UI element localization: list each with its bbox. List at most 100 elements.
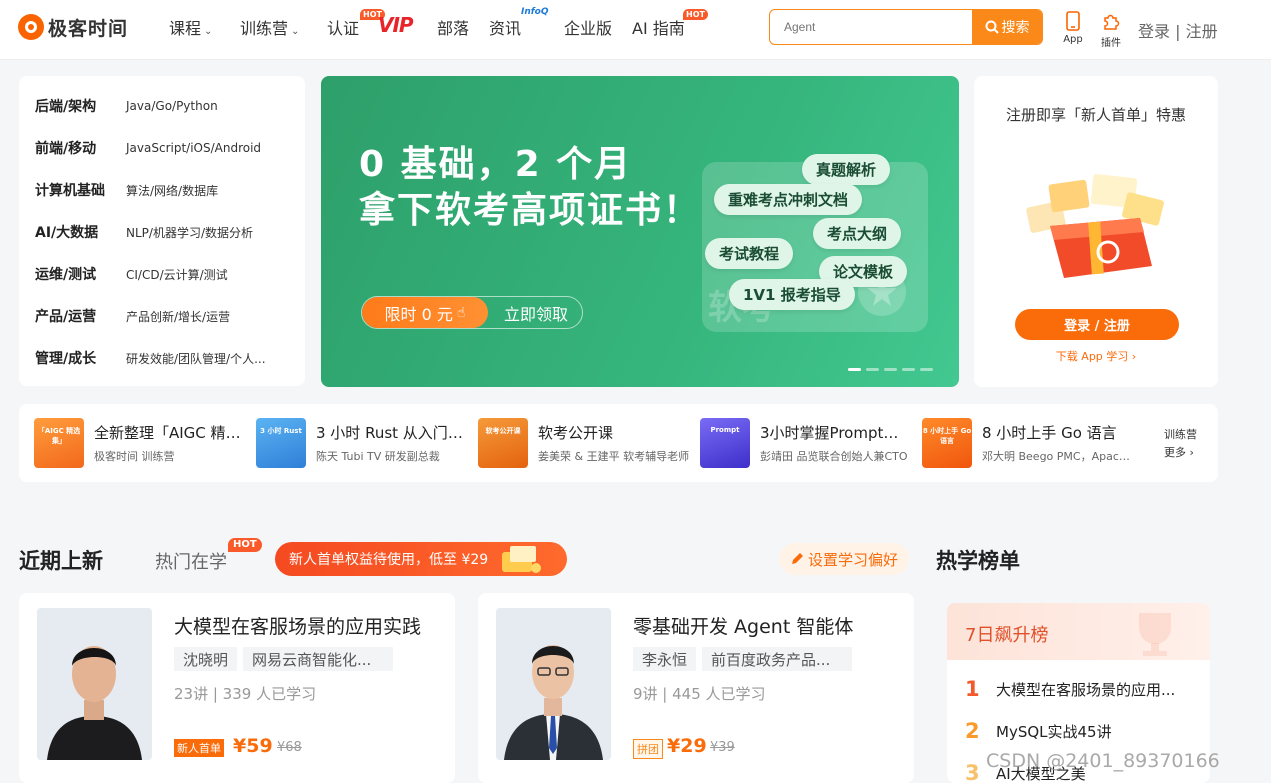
camp-item[interactable]: 「AIGC 精选集」 全新整理「AIGC 精选集」 极客时间 训练营 bbox=[34, 418, 246, 468]
cta-left-label: 限时 0 元 bbox=[384, 304, 453, 324]
camp-item[interactable]: 8 小时上手 Go 语言 8 小时上手 Go 语言 邓大明 Beego PMC，… bbox=[922, 418, 1134, 468]
camps-more-link[interactable]: 训练营 更多 › bbox=[1164, 426, 1197, 462]
author-portrait bbox=[496, 608, 611, 760]
search-button-label: 搜索 bbox=[1001, 20, 1030, 36]
coupon-gift-icon bbox=[502, 546, 542, 573]
camp-thumb-text: 3 小时 Rust bbox=[260, 427, 302, 435]
category-sub: 研发效能/团队管理/个人... bbox=[126, 351, 266, 366]
camp-sub: 极客时间 训练营 bbox=[94, 450, 175, 463]
nav-tribe[interactable]: 部落 bbox=[437, 15, 469, 39]
search-input[interactable] bbox=[770, 10, 973, 44]
nav-vip[interactable]: VIP bbox=[378, 13, 414, 37]
camp-thumbnail: 3 小时 Rust bbox=[256, 418, 306, 468]
camp-thumb-text: 软考公开课 bbox=[485, 427, 521, 435]
category-item[interactable]: 前端/移动 JavaScript/iOS/Android bbox=[35, 138, 261, 158]
course-title: 零基础开发 Agent 智能体 bbox=[633, 616, 854, 638]
carousel-dot[interactable] bbox=[920, 368, 933, 371]
nav-camps[interactable]: 训练营 ⌄ bbox=[240, 15, 299, 39]
camp-title: 8 小时上手 Go 语言 bbox=[982, 424, 1117, 442]
category-sub: Java/Go/Python bbox=[126, 99, 218, 113]
category-item[interactable]: 产品/运营 产品创新/增长/运营 bbox=[35, 306, 230, 326]
nav-courses[interactable]: 课程 ⌄ bbox=[169, 15, 212, 39]
course-meta: 23讲 | 339 人已学习 bbox=[174, 685, 317, 703]
search-box: 搜索 bbox=[769, 9, 1043, 45]
cta-free-button[interactable]: 限时 0 元 ☝ bbox=[362, 297, 488, 328]
nav-enterprise[interactable]: 企业版 bbox=[564, 15, 612, 39]
rank-text: MySQL实战45讲 bbox=[996, 722, 1112, 741]
camp-thumbnail: Prompt bbox=[700, 418, 750, 468]
carousel-dot[interactable] bbox=[902, 368, 915, 371]
promo-panel: 注册即享「新人首单」特惠 登录 / 注册 下载 App 学习 › bbox=[974, 76, 1218, 387]
new-user-badge: 新人首单 bbox=[174, 739, 224, 757]
ranking-item[interactable]: 1 大模型在客服场景的应用... bbox=[965, 677, 1196, 701]
group-buy-badge: 拼团 bbox=[633, 739, 663, 759]
bubble-tag: 重难考点冲刺文档 bbox=[714, 184, 863, 215]
rank-number: 1 bbox=[965, 677, 980, 701]
author-photo bbox=[496, 608, 611, 760]
camp-thumb-text: Prompt bbox=[710, 426, 740, 434]
category-item[interactable]: 管理/成长 研发效能/团队管理/个人... bbox=[35, 348, 266, 368]
nav-news[interactable]: 资讯 bbox=[489, 15, 521, 39]
puzzle-icon bbox=[1104, 14, 1120, 30]
chevron-down-icon: ⌄ bbox=[204, 26, 213, 37]
banner-headline: 0 基础，2 个月 拿下软考高项证书！ bbox=[359, 142, 701, 234]
phone-icon bbox=[1066, 11, 1080, 31]
category-sub: 算法/网络/数据库 bbox=[126, 183, 219, 198]
author-tag: 沈晓明 bbox=[174, 647, 238, 671]
promo-title: 注册即享「新人首单」特惠 bbox=[1005, 106, 1186, 124]
csdn-watermark: CSDN @2401_89370166 bbox=[986, 750, 1220, 772]
carousel-dot[interactable] bbox=[848, 368, 861, 371]
login-register-link[interactable]: 登录 | 注册 bbox=[1138, 18, 1218, 42]
ranking-item[interactable]: 2 MySQL实战45讲 bbox=[965, 719, 1196, 743]
camp-thumb-text: 8 小时上手 Go 语言 bbox=[922, 427, 972, 445]
camps-row: 「AIGC 精选集」 全新整理「AIGC 精选集」 极客时间 训练营 3 小时 … bbox=[19, 404, 1218, 482]
nav-certification[interactable]: 认证 bbox=[327, 15, 359, 39]
camp-title: 软考公开课 bbox=[538, 424, 614, 442]
course-meta: 9讲 | 445 人已学习 bbox=[633, 685, 766, 703]
category-item[interactable]: 运维/测试 CI/CD/云计算/测试 bbox=[35, 264, 228, 284]
banner-cta[interactable]: 限时 0 元 ☝ 立即领取 bbox=[361, 296, 583, 329]
category-item[interactable]: 后端/架构 Java/Go/Python bbox=[35, 96, 218, 116]
set-preference-label: 设置学习偏好 bbox=[807, 550, 898, 569]
category-item[interactable]: 计算机基础 算法/网络/数据库 bbox=[35, 180, 218, 200]
nav-certification-label: 认证 bbox=[327, 19, 360, 38]
gift-box-illustration bbox=[1026, 174, 1164, 278]
category-sub: JavaScript/iOS/Android bbox=[126, 141, 262, 155]
app-download[interactable]: App bbox=[1060, 11, 1086, 45]
promo-login-button[interactable]: 登录 / 注册 bbox=[1015, 309, 1179, 340]
camps-more-arrow: 更多 › bbox=[1164, 446, 1194, 459]
course-price: ¥29 bbox=[667, 735, 707, 757]
hero-banner[interactable]: 0 基础，2 个月 拿下软考高项证书！ 限时 0 元☝ 立即领取 软考 真题解析… bbox=[321, 76, 959, 387]
cta-claim-button[interactable]: 立即领取 bbox=[488, 297, 582, 328]
camp-thumbnail: 软考公开课 bbox=[478, 418, 528, 468]
carousel-dot[interactable] bbox=[866, 368, 879, 371]
download-app-link[interactable]: 下载 App 学习 › bbox=[974, 348, 1218, 364]
camps-more-label: 训练营 bbox=[1164, 428, 1197, 441]
rank-text: 大模型在客服场景的应用... bbox=[996, 680, 1176, 699]
category-item[interactable]: AI/大数据 NLP/机器学习/数据分析 bbox=[35, 222, 253, 242]
camp-item[interactable]: Prompt 3小时掌握Prompt工程 彭靖田 品览联合创始人兼CTO bbox=[700, 418, 912, 468]
camp-sub: 陈天 Tubi TV 研发副总裁 bbox=[316, 450, 440, 463]
camp-item[interactable]: 3 小时 Rust 3 小时 Rust 从入门到精通 陈天 Tubi TV 研发… bbox=[256, 418, 468, 468]
nav-camps-label: 训练营 bbox=[240, 19, 289, 38]
course-card[interactable]: 零基础开发 Agent 智能体 李永恒 前百度政务产品... 9讲 | 445 … bbox=[478, 593, 914, 783]
pencil-icon bbox=[791, 553, 803, 564]
camp-item[interactable]: 软考公开课 软考公开课 姜美荣 & 王建平 软考辅导老师 bbox=[478, 418, 689, 468]
tab-hot-learning[interactable]: 热门在学 bbox=[155, 548, 227, 574]
logo[interactable]: 极客时间 bbox=[18, 10, 128, 44]
section-title-new[interactable]: 近期上新 bbox=[19, 545, 103, 575]
bubble-tag: 考试教程 bbox=[705, 238, 794, 269]
search-button[interactable]: 搜索 bbox=[972, 10, 1042, 44]
category-sub: NLP/机器学习/数据分析 bbox=[126, 225, 253, 240]
camp-sub: 邓大明 Beego PMC，Apache 基金会成员 bbox=[982, 450, 1134, 463]
chevron-down-icon: ⌄ bbox=[291, 26, 300, 37]
nav-ai-guide[interactable]: AI 指南 bbox=[632, 15, 685, 39]
logo-text: 极客时间 bbox=[48, 17, 129, 40]
carousel-dot[interactable] bbox=[884, 368, 897, 371]
plugin-download[interactable]: 插件 bbox=[1098, 11, 1124, 49]
new-user-banner[interactable]: 新人首单权益待使用，低至 ¥29 bbox=[275, 542, 567, 576]
set-preference-button[interactable]: 设置学习偏好 bbox=[779, 543, 909, 575]
course-card[interactable]: 大模型在客服场景的应用实践 沈晓明 网易云商智能化... 23讲 | 339 人… bbox=[19, 593, 455, 783]
infoq-logo: InfoQ bbox=[521, 7, 549, 17]
camp-thumbnail: 「AIGC 精选集」 bbox=[34, 418, 84, 468]
